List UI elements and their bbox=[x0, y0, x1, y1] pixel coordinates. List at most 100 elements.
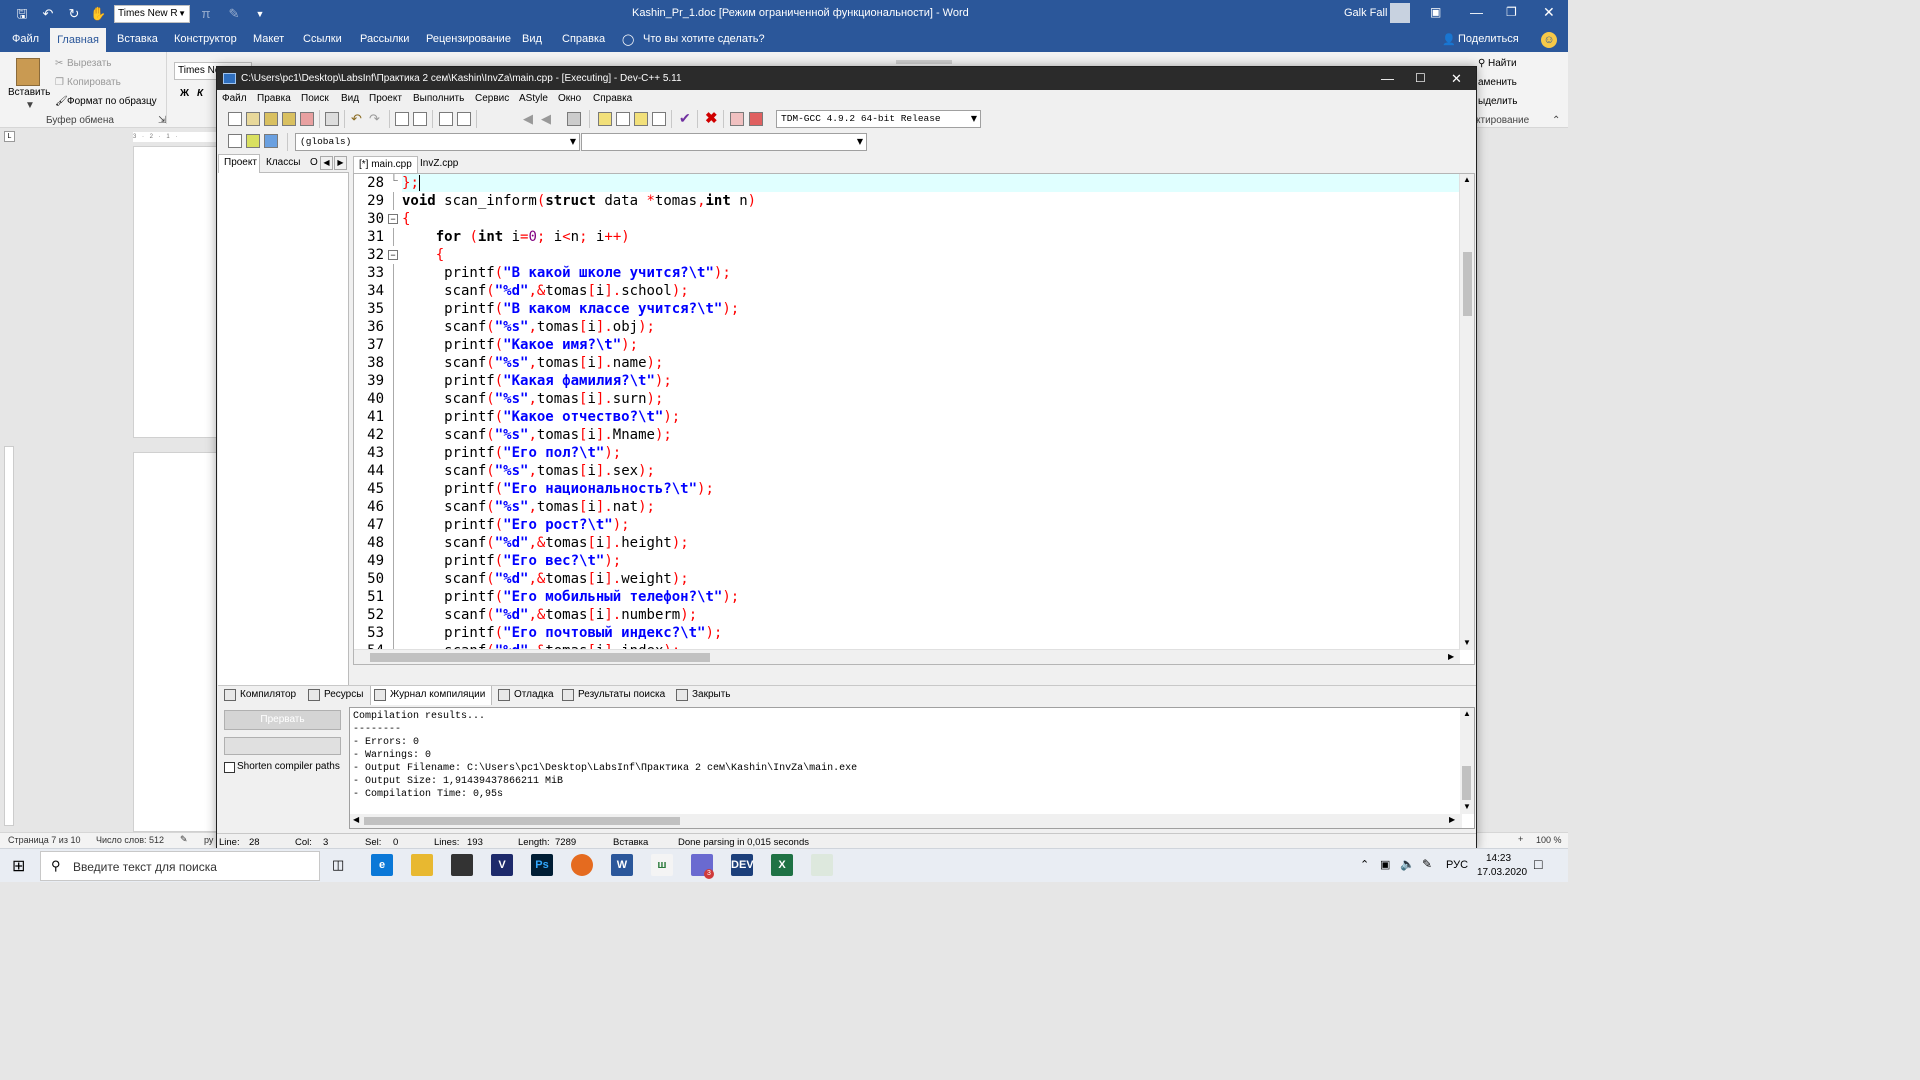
tab-review[interactable]: Рецензирование bbox=[426, 33, 511, 45]
word-taskbar-icon[interactable]: W bbox=[611, 854, 633, 876]
line-number[interactable]: 43 bbox=[354, 444, 384, 462]
line-number[interactable]: 42 bbox=[354, 426, 384, 444]
devcpp-taskbar-icon[interactable]: DEV bbox=[731, 854, 754, 876]
code-line[interactable]: printf("В каком классе учится?\t"); bbox=[402, 300, 1460, 318]
line-number[interactable]: 52 bbox=[354, 606, 384, 624]
code-line[interactable]: scanf("%d",&tomas[i].numberm); bbox=[402, 606, 1460, 624]
tab-file[interactable]: Файл bbox=[12, 33, 39, 45]
code-line[interactable]: printf("Его мобильный телефон?\t"); bbox=[402, 588, 1460, 606]
undo-icon[interactable]: ↶ bbox=[351, 111, 362, 127]
code-line[interactable]: scanf("%s",tomas[i].name); bbox=[402, 354, 1460, 372]
code-line[interactable]: scanf("%d",&tomas[i].weight); bbox=[402, 570, 1460, 588]
find-button[interactable]: Найти bbox=[1488, 58, 1517, 69]
italic-button[interactable]: К bbox=[197, 88, 203, 99]
line-number[interactable]: 45 bbox=[354, 480, 384, 498]
code-line[interactable]: printf("Его пол?\t"); bbox=[402, 444, 1460, 462]
new-file-icon[interactable] bbox=[228, 112, 242, 126]
tab-insert[interactable]: Вставка bbox=[117, 33, 158, 45]
scope-select[interactable]: (globals) ▼ bbox=[295, 133, 580, 151]
scroll-up-icon[interactable]: ▲ bbox=[1463, 175, 1471, 184]
code-line[interactable]: scanf("%s",tomas[i].surn); bbox=[402, 390, 1460, 408]
photoshop-icon[interactable]: Ps bbox=[531, 854, 553, 876]
profile-icon[interactable] bbox=[730, 112, 744, 126]
paste-icon[interactable] bbox=[16, 58, 40, 86]
firefox-icon[interactable] bbox=[571, 854, 593, 876]
store-icon[interactable] bbox=[451, 854, 473, 876]
page-count[interactable]: Страница 7 из 10 bbox=[8, 835, 80, 845]
replace-button[interactable]: аменить bbox=[1478, 77, 1517, 88]
paste-button[interactable]: Вставить bbox=[8, 87, 50, 98]
check-syntax-icon[interactable]: ✔ bbox=[679, 110, 691, 127]
code-line[interactable]: }; bbox=[402, 174, 1460, 192]
show-hidden-icons[interactable]: ⌃ bbox=[1360, 858, 1369, 871]
code-line[interactable]: void scan_inform(struct data *tomas,int … bbox=[402, 192, 1460, 210]
line-number[interactable]: 51 bbox=[354, 588, 384, 606]
proofing-icon[interactable]: ✎ bbox=[180, 834, 188, 845]
code-line[interactable]: { bbox=[402, 210, 1460, 228]
new-project-icon[interactable] bbox=[228, 134, 242, 148]
shorten-paths-checkbox[interactable] bbox=[224, 762, 235, 773]
minimize-icon[interactable]: — bbox=[1470, 5, 1483, 20]
forward-icon[interactable]: ◀ bbox=[541, 111, 551, 127]
compiler-select[interactable]: TDM-GCC 4.9.2 64-bit Release ▼ bbox=[776, 110, 981, 128]
zoom-level[interactable]: 100 % bbox=[1536, 835, 1562, 845]
tab-view[interactable]: Вид bbox=[522, 33, 542, 45]
scroll-thumb[interactable] bbox=[1462, 766, 1471, 800]
line-number[interactable]: 31 bbox=[354, 228, 384, 246]
copy-button[interactable]: Копировать bbox=[67, 77, 121, 88]
code-line[interactable]: scanf("%d",&tomas[i].height); bbox=[402, 534, 1460, 552]
chevron-down-icon[interactable]: ▼ bbox=[971, 111, 977, 127]
font-quick-box[interactable]: Times New R ▼ bbox=[114, 5, 190, 23]
save-icon[interactable] bbox=[264, 112, 278, 126]
line-number[interactable]: 47 bbox=[354, 516, 384, 534]
tab-resources[interactable]: Ресурсы bbox=[308, 689, 363, 701]
line-number[interactable]: 41 bbox=[354, 408, 384, 426]
close-file-icon[interactable] bbox=[300, 112, 314, 126]
line-number[interactable]: 44 bbox=[354, 462, 384, 480]
run-icon[interactable] bbox=[616, 112, 630, 126]
line-number[interactable]: 29 bbox=[354, 192, 384, 210]
line-number[interactable]: 40 bbox=[354, 390, 384, 408]
code-line[interactable]: printf("Его национальность?\t"); bbox=[402, 480, 1460, 498]
user-name[interactable]: Galk Fall bbox=[1344, 7, 1387, 19]
line-number[interactable]: 34 bbox=[354, 282, 384, 300]
tab-mailings[interactable]: Рассылки bbox=[360, 33, 409, 45]
tell-me-search[interactable]: Что вы хотите сделать? bbox=[643, 33, 765, 45]
maximize-icon[interactable]: ☐ bbox=[1415, 67, 1426, 90]
app-w-icon[interactable]: ш bbox=[651, 854, 673, 876]
menu-view[interactable]: Вид bbox=[341, 93, 359, 104]
add-to-project-icon[interactable] bbox=[246, 134, 260, 148]
horizontal-scrollbar[interactable]: ▶ bbox=[354, 649, 1460, 664]
tab-debug-partial[interactable]: О bbox=[310, 157, 318, 168]
code-line[interactable]: printf("Его вес?\t"); bbox=[402, 552, 1460, 570]
vertical-scrollbar[interactable]: ▲ ▼ bbox=[1459, 174, 1474, 650]
code-line[interactable]: printf("Его рост?\t"); bbox=[402, 516, 1460, 534]
back-icon[interactable]: ◀ bbox=[523, 111, 533, 127]
line-number[interactable]: 28 bbox=[354, 174, 384, 192]
code-line[interactable]: scanf("%s",tomas[i].obj); bbox=[402, 318, 1460, 336]
word-count[interactable]: Число слов: 512 bbox=[96, 835, 164, 845]
restore-icon[interactable]: ❐ bbox=[1506, 5, 1517, 19]
menu-search[interactable]: Поиск bbox=[301, 93, 329, 104]
project-options-icon[interactable] bbox=[264, 134, 278, 148]
tab-debug[interactable]: Отладка bbox=[498, 689, 554, 701]
code-line[interactable]: printf("Какое отчество?\t"); bbox=[402, 408, 1460, 426]
document-page-7[interactable] bbox=[133, 146, 217, 438]
code-line[interactable]: printf("Какая фамилия?\t"); bbox=[402, 372, 1460, 390]
menu-astyle[interactable]: AStyle bbox=[519, 93, 548, 104]
log-horizontal-scrollbar[interactable]: ◀ ▶ bbox=[350, 814, 1462, 828]
tab-compile-log[interactable]: Журнал компиляции bbox=[374, 689, 485, 701]
rebuild-icon[interactable] bbox=[652, 112, 666, 126]
close-icon[interactable]: ✕ bbox=[1543, 4, 1555, 21]
menu-edit[interactable]: Правка bbox=[257, 93, 291, 104]
scroll-thumb[interactable] bbox=[364, 817, 680, 825]
edge-icon[interactable]: e bbox=[371, 854, 393, 876]
vertical-ruler[interactable] bbox=[4, 446, 14, 826]
scroll-right-icon[interactable]: ▶ bbox=[1448, 652, 1454, 661]
menu-project[interactable]: Проект bbox=[369, 93, 402, 104]
tab-scroll-left-icon[interactable]: ◀ bbox=[320, 156, 333, 170]
tab-compiler[interactable]: Компилятор bbox=[224, 689, 296, 701]
tab-layout[interactable]: Макет bbox=[253, 33, 284, 45]
chevron-down-icon[interactable]: ▼ bbox=[857, 134, 863, 150]
app-generic-icon[interactable] bbox=[811, 854, 833, 876]
